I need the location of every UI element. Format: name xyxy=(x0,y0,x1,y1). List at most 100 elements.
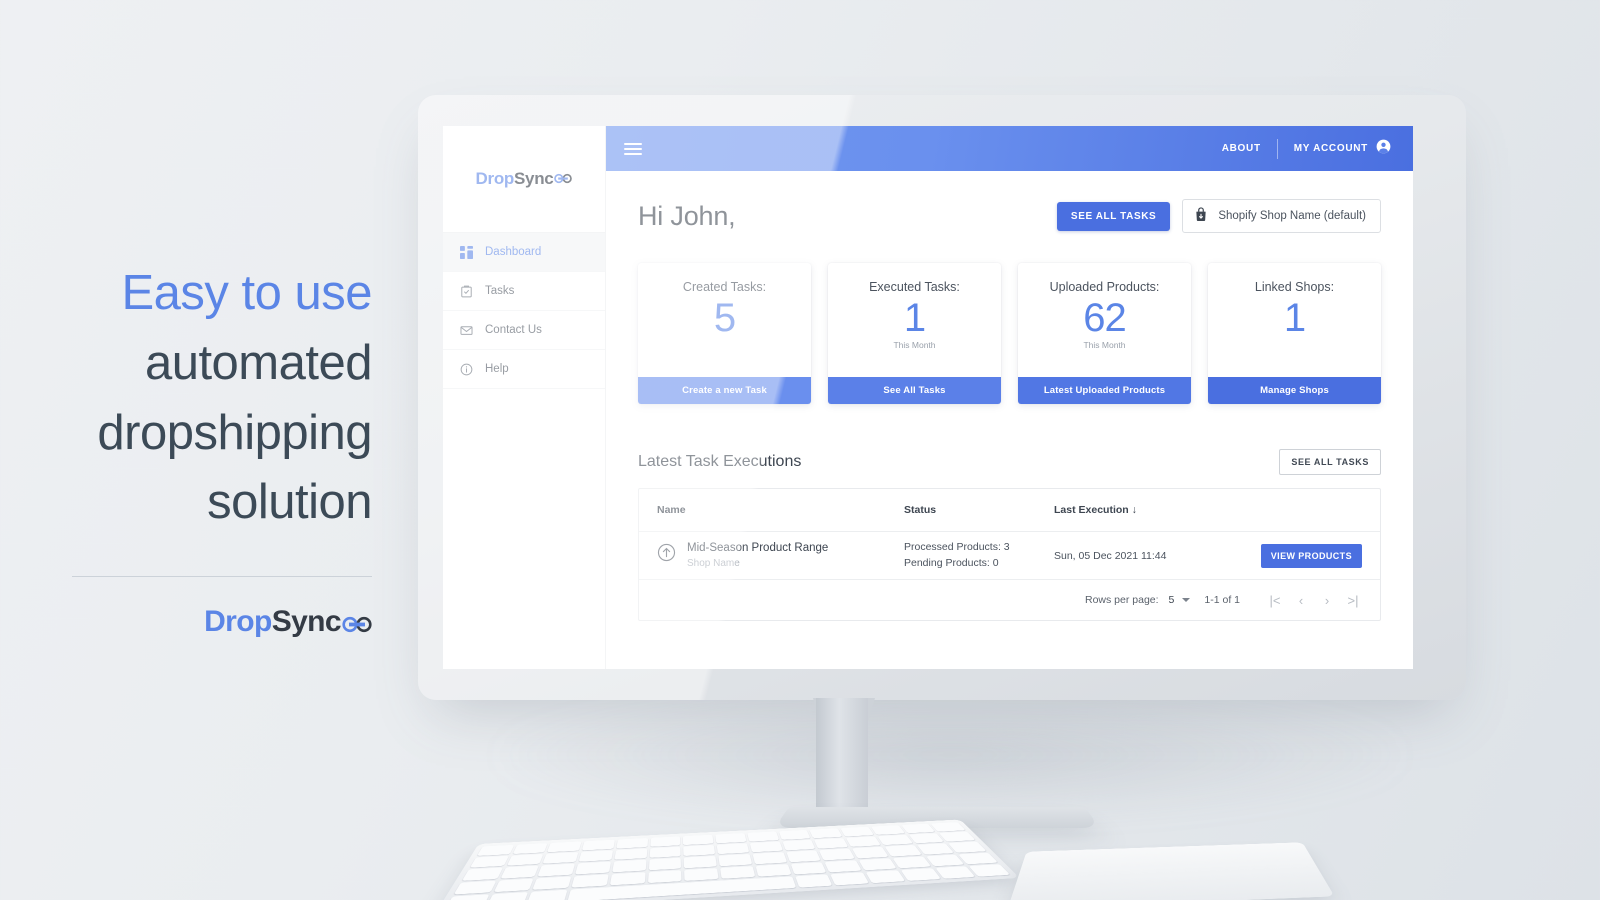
sidebar-logo[interactable]: Drop Sync xyxy=(443,126,605,233)
column-header-last-execution[interactable]: Last Execution ↓ xyxy=(1054,504,1254,516)
prev-page-icon[interactable]: ‹ xyxy=(1288,593,1314,608)
greeting-row: Hi John, SEE ALL TASKS Shopify Shop Name… xyxy=(638,199,1381,233)
card-value: 62 xyxy=(1083,296,1126,340)
card-cta-manage-shops[interactable]: Manage Shops xyxy=(1208,377,1381,404)
card-subtext: This Month xyxy=(893,339,936,350)
pagination-range: 1-1 of 1 xyxy=(1204,594,1240,606)
promo-divider xyxy=(72,575,372,577)
monitor-screen: Drop Sync Dashboard Tasks Contact Us Hel… xyxy=(443,126,1413,669)
card-title: Created Tasks: xyxy=(682,280,767,294)
table-head: Name Status Last Execution ↓ xyxy=(639,489,1380,532)
dashboard-grid-icon xyxy=(460,245,473,259)
executions-table: Name Status Last Execution ↓ Mid-Season … xyxy=(638,488,1381,621)
cell-status: Processed Products: 3 Pending Products: … xyxy=(904,540,1054,570)
card-value: 5 xyxy=(713,296,736,340)
stat-card-executed-tasks: Executed Tasks: 1 This Month See All Tas… xyxy=(828,263,1001,404)
trackpad xyxy=(1007,842,1335,900)
row-shop-text: Shop Name xyxy=(687,557,740,569)
sidebar-item-contact-us[interactable]: Contact Us xyxy=(443,311,605,350)
envelope-icon xyxy=(460,324,473,337)
info-circle-icon xyxy=(460,363,473,376)
row-name-text: Mid-Season Product Range xyxy=(687,541,829,554)
column-header-name[interactable]: Name xyxy=(657,504,904,516)
main-region: ABOUT MY ACCOUNT Hi John, SEE ALL TASKS xyxy=(606,126,1413,669)
shop-selector[interactable]: Shopify Shop Name (default) xyxy=(1182,199,1381,233)
page-title: Hi John, xyxy=(638,200,736,231)
stat-card-uploaded-products: Uploaded Products: 62 This Month Latest … xyxy=(1018,263,1191,404)
rows-per-page-value[interactable]: 5 xyxy=(1169,594,1175,606)
column-header-status[interactable]: Status xyxy=(904,504,1054,516)
upload-circle-icon xyxy=(657,543,676,567)
shop-name-label: Shopify Shop Name (default) xyxy=(1218,210,1366,222)
promo-panel: Easy to use automated dropshipping solut… xyxy=(0,0,420,900)
cell-actions: VIEW PRODUCTS xyxy=(1254,543,1362,568)
chevron-down-icon[interactable] xyxy=(1182,598,1191,602)
card-subtext: This Month xyxy=(1083,339,1126,350)
hamburger-icon[interactable] xyxy=(624,142,642,155)
sidebar: Drop Sync Dashboard Tasks Contact Us Hel… xyxy=(443,126,606,669)
card-title: Linked Shops: xyxy=(1254,280,1335,294)
monitor-frame: Drop Sync Dashboard Tasks Contact Us Hel… xyxy=(418,95,1466,700)
rows-per-page-label: Rows per page: xyxy=(1085,594,1159,606)
card-cta-latest-uploaded-products[interactable]: Latest Uploaded Products xyxy=(1018,377,1191,404)
table-pagination: Rows per page: 5 1-1 of 1 |< ‹ › >| xyxy=(639,580,1380,620)
app-window: Drop Sync Dashboard Tasks Contact Us Hel… xyxy=(443,126,1413,669)
last-page-icon[interactable]: >| xyxy=(1340,593,1366,608)
topbar-divider xyxy=(1276,138,1278,159)
sidebar-item-help[interactable]: Help xyxy=(443,350,605,389)
status-processed: Processed Products: 3 xyxy=(904,541,1010,554)
content-area: Hi John, SEE ALL TASKS Shopify Shop Name… xyxy=(606,171,1413,669)
promo-headline-accent: Easy to use xyxy=(121,266,372,321)
cell-name: Mid-Season Product Range Shop Name xyxy=(657,541,904,570)
table-see-all-tasks-button[interactable]: SEE ALL TASKS xyxy=(1279,449,1381,475)
sort-arrow-icon: ↓ xyxy=(1131,504,1137,516)
shopify-bag-icon xyxy=(1194,207,1208,225)
table-row: Mid-Season Product Range Shop Name Proce… xyxy=(639,532,1380,580)
sidebar-logo-drop: Drop xyxy=(475,169,515,188)
sidebar-item-tasks[interactable]: Tasks xyxy=(443,272,605,311)
table-header-row: Latest Task Executions SEE ALL TASKS xyxy=(638,449,1381,475)
card-title: Uploaded Products: xyxy=(1049,280,1160,294)
sidebar-item-label: Contact Us xyxy=(485,324,542,336)
first-page-icon[interactable]: |< xyxy=(1262,593,1288,608)
monitor-stand-neck xyxy=(813,698,875,813)
card-cta-see-all-tasks[interactable]: See All Tasks xyxy=(828,377,1001,404)
card-value: 1 xyxy=(1283,296,1306,340)
status-pending: Pending Products: 0 xyxy=(904,556,999,569)
see-all-tasks-button[interactable]: SEE ALL TASKS xyxy=(1056,201,1171,231)
view-products-button[interactable]: VIEW PRODUCTS xyxy=(1260,543,1362,568)
card-body: Executed Tasks: 1 This Month xyxy=(828,263,1001,377)
card-title: Executed Tasks: xyxy=(869,280,960,294)
app-topbar: ABOUT MY ACCOUNT xyxy=(606,126,1413,171)
next-page-icon[interactable]: › xyxy=(1314,593,1340,608)
link-chain-icon xyxy=(342,607,372,641)
promo-logo: DropSync xyxy=(72,605,372,641)
topbar-account-label: MY ACCOUNT xyxy=(1293,143,1368,154)
stat-cards: Created Tasks: 5 Create a new Task Execu… xyxy=(638,263,1381,404)
row-name: Mid-Season Product Range Shop Name xyxy=(687,541,828,570)
clipboard-check-icon xyxy=(460,285,473,298)
account-circle-icon xyxy=(1376,139,1391,159)
sidebar-item-label: Tasks xyxy=(485,285,515,297)
card-body: Uploaded Products: 62 This Month xyxy=(1018,263,1191,377)
desk-shadow xyxy=(500,690,1400,820)
promo-logo-sync: Sync xyxy=(271,604,342,638)
stat-card-linked-shops: Linked Shops: 1 Manage Shops xyxy=(1208,263,1381,404)
card-body: Linked Shops: 1 xyxy=(1208,263,1381,377)
keyboard xyxy=(434,819,1020,900)
promo-logo-drop: Drop xyxy=(204,604,272,638)
card-body: Created Tasks: 5 xyxy=(638,263,811,377)
cell-last-execution: Sun, 05 Dec 2021 11:44 xyxy=(1054,549,1167,562)
topbar-my-account[interactable]: MY ACCOUNT xyxy=(1294,139,1391,159)
sidebar-item-label: Help xyxy=(485,363,509,375)
card-cta-create-a-new-task[interactable]: Create a new Task xyxy=(638,377,811,404)
promo-headline-rest: automated dropshipping solution xyxy=(97,335,372,530)
sidebar-logo-sync: Sync xyxy=(514,169,554,188)
promo-headline: Easy to use automated dropshipping solut… xyxy=(72,259,372,537)
stat-card-created-tasks: Created Tasks: 5 Create a new Task xyxy=(638,263,811,404)
card-value: 1 xyxy=(903,296,926,340)
sidebar-item-dashboard[interactable]: Dashboard xyxy=(443,233,605,272)
sidebar-item-label: Dashboard xyxy=(485,246,542,258)
table-title: Latest Task Executions xyxy=(638,453,802,470)
topbar-about-link[interactable]: ABOUT xyxy=(1222,143,1261,154)
